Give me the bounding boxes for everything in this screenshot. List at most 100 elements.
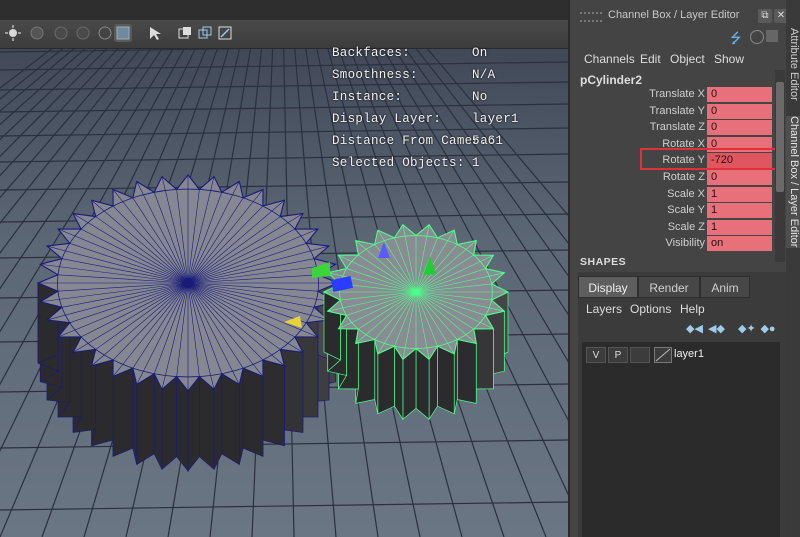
channel-row[interactable]: Visibility on [570, 236, 775, 252]
drag-handle-icon[interactable] [580, 12, 602, 22]
tab-display[interactable]: Display [578, 276, 638, 298]
grid-line [0, 501, 568, 511]
channel-row[interactable]: Translate Z0 [570, 120, 775, 136]
gear-side-face [161, 375, 177, 471]
grid-line [0, 181, 568, 191]
channel-label[interactable]: Scale X [667, 188, 705, 200]
panel-title-bar: Channel Box / Layer Editor ⧉ ✕ [570, 6, 788, 26]
layer-name[interactable]: layer1 [674, 348, 704, 360]
gear-side-face [242, 367, 264, 458]
gear-side-face [456, 339, 477, 404]
layer-list: V P layer1 [582, 342, 780, 537]
channel-box-menu: Channels Edit Object Show [570, 50, 780, 68]
channel-value[interactable]: 0 [707, 87, 772, 102]
isolate-select-icon[interactable] [176, 24, 194, 42]
heads-up-display: Backfaces: On Smoothness: N/A Instance: No Dis… [332, 42, 519, 174]
hud-label: Instance: [332, 90, 403, 104]
motion-blur-icon[interactable] [74, 24, 92, 42]
hud-row: Distance From Camera: 5.61 [332, 130, 519, 152]
channel-row[interactable]: Translate Y0 [570, 103, 775, 120]
menu-channels[interactable]: Channels [584, 52, 635, 66]
layer-playback-toggle[interactable]: P [608, 347, 628, 363]
channel-label[interactable]: Scale Y [667, 204, 705, 216]
object-name[interactable]: pCylinder2 [580, 73, 642, 87]
channel-value[interactable]: on [707, 236, 772, 252]
channel-row[interactable]: Translate X0 [570, 87, 775, 103]
channel-scrollbar-thumb[interactable] [776, 82, 784, 192]
channel-value[interactable]: 1 [707, 186, 772, 202]
channel-label[interactable]: Visibility [665, 237, 705, 249]
channel-label[interactable]: Translate Y [649, 105, 705, 117]
channel-row[interactable]: Scale Z1 [570, 219, 775, 236]
image-plane-icon[interactable] [216, 24, 234, 42]
gear-side-face [377, 345, 395, 415]
side-tab-strip: Attribute Editor Channel Box / Layer Edi… [786, 0, 800, 537]
viewport-3d[interactable]: Backfaces: On Smoothness: N/A Instance: No Dis… [0, 0, 568, 537]
select-camera-icon[interactable] [146, 24, 164, 42]
layer-row[interactable]: V P layer1 [582, 346, 780, 364]
menu-object[interactable]: Object [670, 52, 705, 66]
ambient-occlusion-icon[interactable] [52, 24, 70, 42]
hud-value: On [472, 46, 488, 60]
tab-channel-box[interactable]: Channel Box / Layer Editor [786, 116, 800, 248]
menu-help[interactable]: Help [680, 302, 705, 316]
new-layer-selected-icon[interactable]: ◆● [760, 322, 776, 336]
gear-side-face [221, 373, 240, 466]
channel-row[interactable]: Scale Y1 [570, 203, 775, 219]
hud-label: Selected Objects: [332, 156, 465, 170]
layer-editor-menu: Layers Options Help [578, 300, 786, 320]
new-layer-icon[interactable]: ◆✦ [738, 322, 756, 336]
shadow-icon[interactable] [28, 24, 46, 42]
channel-label[interactable]: Translate X [649, 88, 705, 100]
layer-editor-tabs: Display Render Anim [578, 276, 786, 298]
xray-icon[interactable] [196, 24, 214, 42]
gear-side-face [136, 373, 155, 466]
sun-light-icon[interactable] [4, 24, 22, 42]
gear-side-face [415, 347, 430, 421]
channel-row[interactable]: Scale X1 [570, 186, 775, 203]
tab-anim[interactable]: Anim [700, 276, 750, 298]
rotate-y-highlight [640, 148, 782, 170]
layer-color-icon[interactable] [654, 347, 672, 363]
channel-value[interactable]: 0 [707, 120, 772, 136]
channel-box-toolbar: ⭍ [730, 28, 780, 48]
menu-layers[interactable]: Layers [586, 302, 622, 316]
channel-value[interactable]: 0 [707, 170, 772, 185]
depth-of-field-icon[interactable] [114, 24, 132, 42]
hud-row: Instance: No [332, 86, 519, 108]
shapes-section-label[interactable]: SHAPES [580, 256, 626, 268]
menu-edit[interactable]: Edit [640, 52, 661, 66]
channel-label[interactable]: Rotate Z [663, 171, 705, 183]
menu-show[interactable]: Show [714, 52, 744, 66]
tab-attribute-editor[interactable]: Attribute Editor [786, 14, 800, 114]
hud-label: Backfaces: [332, 46, 411, 60]
settings-icon[interactable] [766, 30, 778, 42]
hud-label: Smoothness: [332, 68, 418, 82]
tab-render[interactable]: Render [638, 276, 700, 298]
axis-icon[interactable]: ⭍ [730, 28, 742, 52]
gear-center [183, 278, 193, 288]
channel-value[interactable]: 0 [707, 103, 772, 119]
gear-side-face [112, 367, 134, 458]
hud-row: Smoothness: N/A [332, 64, 519, 86]
hud-value: 1 [472, 156, 480, 170]
move-layer-up-icon[interactable]: ◆◀ [686, 322, 703, 336]
channel-row[interactable]: Rotate Z0 [570, 170, 775, 186]
layer-display-type-toggle[interactable] [630, 347, 650, 363]
anti-alias-icon[interactable] [96, 24, 114, 42]
move-layer-down-icon[interactable]: ◀◆ [708, 322, 725, 336]
layer-visibility-toggle[interactable]: V [586, 347, 606, 363]
float-window-icon[interactable]: ⧉ [758, 9, 772, 23]
key-icon[interactable] [750, 30, 764, 44]
channel-label[interactable]: Translate Z [650, 121, 705, 133]
hud-value: N/A [472, 68, 496, 82]
gear-side-face [262, 359, 285, 447]
channel-scrollbar[interactable] [775, 70, 785, 262]
menu-options[interactable]: Options [630, 302, 671, 316]
channel-value[interactable]: 1 [707, 203, 772, 219]
channel-label[interactable]: Scale Z [668, 221, 705, 233]
hud-label: Display Layer: [332, 112, 442, 126]
hud-value: 5.61 [472, 134, 504, 148]
channel-value[interactable]: 1 [707, 219, 772, 235]
gear-side-face [473, 328, 494, 390]
